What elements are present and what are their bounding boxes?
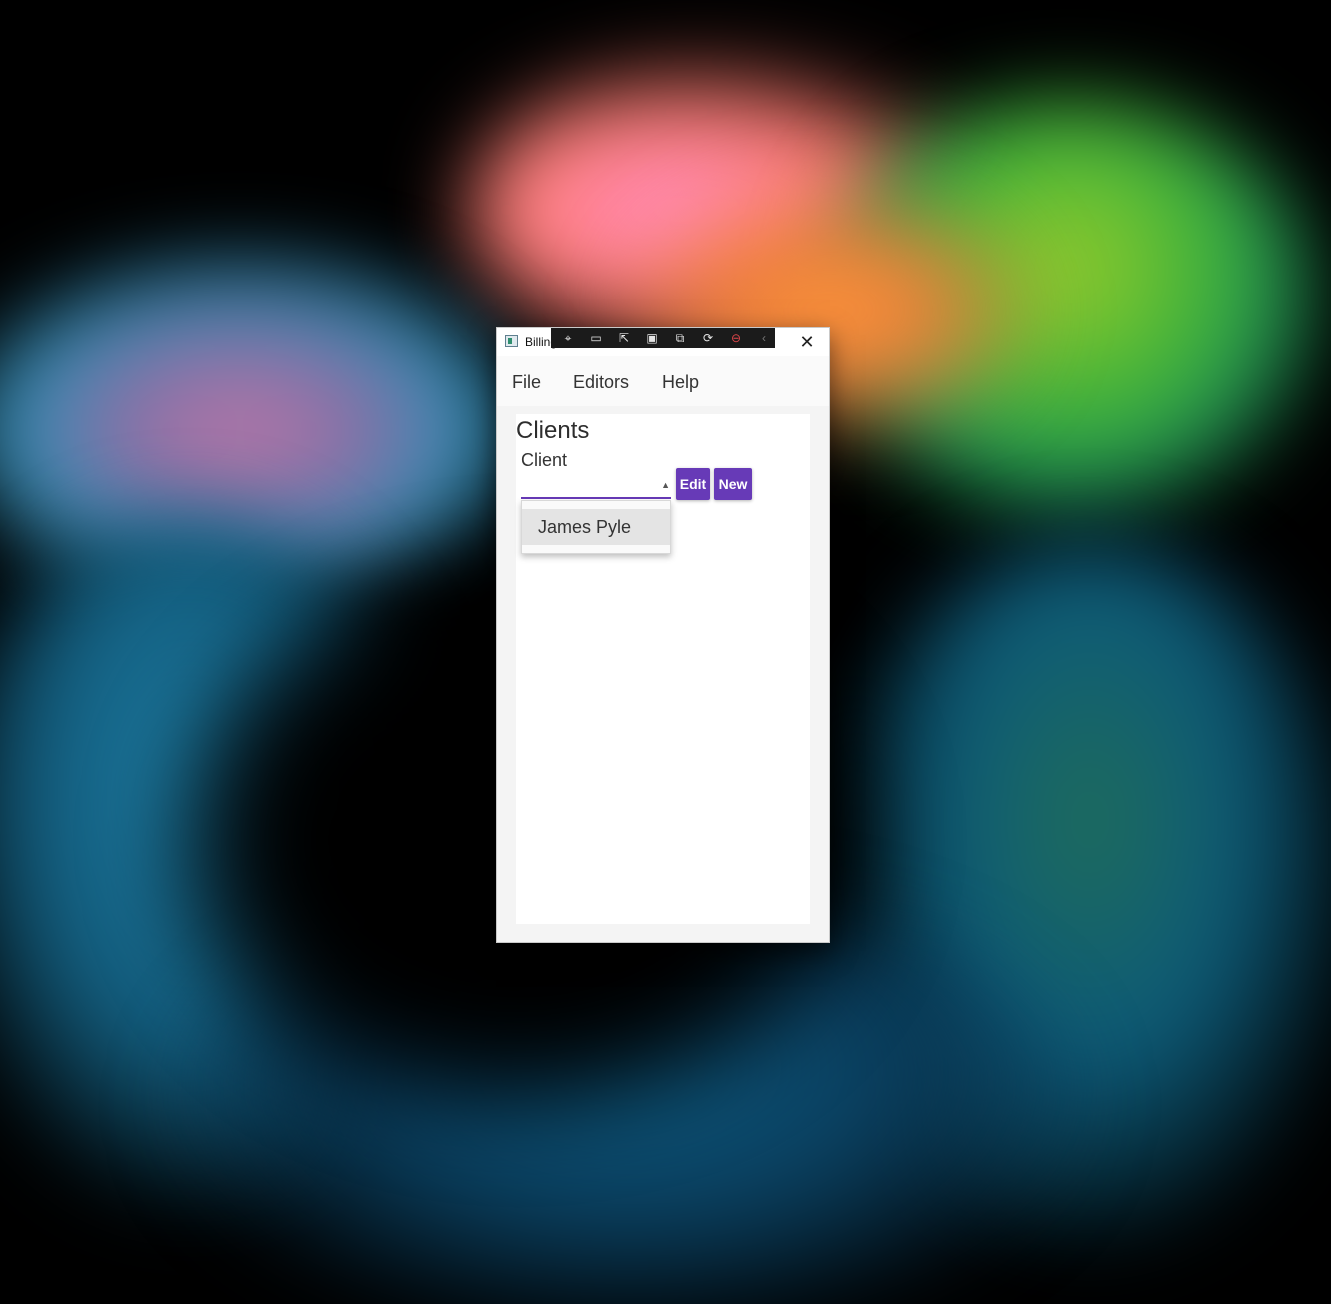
billing-window: Billing ✕ ⌖ ▭ ⇱ ▣ ⧉ ⟳ ⊖ ‹ File Editors H… — [496, 327, 830, 943]
menu-editors[interactable]: Editors — [573, 372, 629, 393]
adorner-icon[interactable]: ⧉ — [669, 328, 691, 348]
debug-toolbar: ⌖ ▭ ⇱ ▣ ⧉ ⟳ ⊖ ‹ — [551, 328, 775, 348]
client-dropdown-list: James Pyle — [521, 500, 671, 554]
new-button[interactable]: New — [714, 468, 752, 500]
dropdown-item[interactable]: James Pyle — [522, 509, 670, 545]
select-element-icon[interactable]: ⌖ — [557, 328, 579, 348]
menu-file[interactable]: File — [512, 372, 541, 393]
bounds-icon[interactable]: ▣ — [641, 328, 663, 348]
close-button[interactable]: ✕ — [785, 328, 829, 356]
page-title: Clients — [516, 417, 590, 444]
menu-help[interactable]: Help — [662, 372, 699, 393]
client-label: Client — [521, 450, 568, 470]
clients-panel: Clients Client ▲ Edit New James Pyle — [516, 414, 810, 924]
collapse-chevron-icon[interactable]: ‹ — [753, 328, 775, 348]
title-bar[interactable]: Billing ✕ ⌖ ▭ ⇱ ▣ ⧉ ⟳ ⊖ ‹ — [497, 328, 829, 356]
edit-button[interactable]: Edit — [676, 468, 710, 500]
hot-reload-icon[interactable]: ⟳ — [697, 328, 719, 348]
client-combobox[interactable]: ▲ — [521, 471, 671, 499]
close-icon: ✕ — [799, 332, 815, 352]
app-icon — [505, 335, 518, 347]
record-icon[interactable]: ▭ — [585, 328, 607, 348]
chevron-up-icon: ▲ — [661, 480, 670, 490]
stop-icon[interactable]: ⊖ — [725, 328, 747, 348]
pointer-icon[interactable]: ⇱ — [613, 328, 635, 348]
